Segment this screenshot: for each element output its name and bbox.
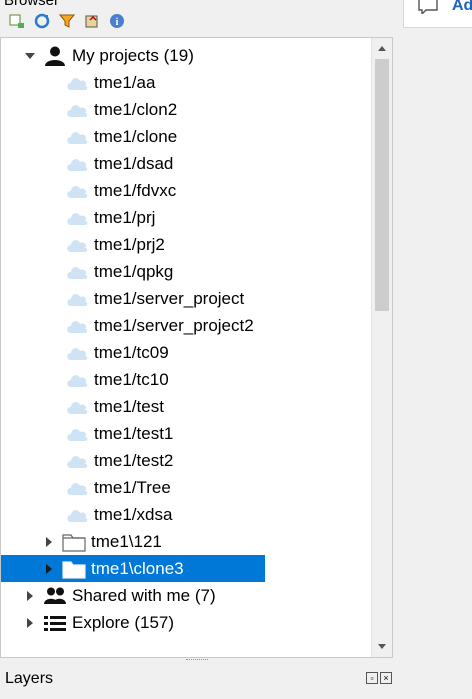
tree-node-local-project[interactable]: tme1\121 [42,528,162,555]
tree-node-label: tme1/prj [94,207,156,227]
cloud-icon [65,127,89,147]
expand-arrow-right-icon[interactable] [42,535,56,549]
tree-node-label: tme1/server_project [94,288,245,308]
tree-node-project[interactable]: tme1/dsad [65,150,173,177]
cloud-icon [65,316,89,336]
tree-node-label: tme1/tc10 [94,369,169,389]
tree-node-my-projects[interactable]: My projects (19) [23,42,194,69]
collapse-icon [85,15,98,28]
filter-icon [59,14,75,28]
cloud-icon [65,424,89,444]
add-layer-button[interactable] [8,12,26,30]
tree-node-label: tme1/tc09 [94,342,169,362]
folder-icon [62,532,86,552]
tree-node-explore[interactable]: Explore (157) [23,609,174,636]
info-icon: i [110,14,124,28]
cloud-icon [65,370,89,390]
expand-arrow-right-icon[interactable] [23,616,37,630]
browser-panel-title: Browser [4,0,60,9]
tree-node-project[interactable]: tme1/clon2 [65,96,177,123]
tree-node-project[interactable]: tme1/prj2 [65,231,165,258]
svg-text:i: i [116,17,119,28]
tree-node-project[interactable]: tme1/server_project2 [65,312,254,339]
cloud-icon [65,262,89,282]
cloud-icon [65,343,89,363]
chevron-down-icon [378,644,386,649]
cloud-icon [65,235,89,255]
tree-node-label: tme1/aa [94,72,156,92]
scroll-up-button[interactable] [372,38,392,58]
tree-node-project[interactable]: tme1/Tree [65,474,171,501]
cloud-icon [65,478,89,498]
tree-node-label: tme1/server_project2 [94,315,254,335]
cloud-icon [65,154,89,174]
folder-icon [62,559,86,579]
expand-arrow-down-icon[interactable] [23,49,37,63]
close-panel-button[interactable]: × [380,672,392,684]
tree-node-label: tme1/test [94,396,164,416]
tree-node-label: tme1/xdsa [94,504,173,524]
panel-resize-handle[interactable] [186,659,208,663]
tree-node-label: tme1/dsad [94,153,174,173]
cloud-icon [65,451,89,471]
cloud-icon [65,505,89,525]
filter-button[interactable] [58,12,76,30]
float-panel-button[interactable]: ▫ [366,672,378,684]
tree-node-project[interactable]: tme1/qpkg [65,258,173,285]
tree-node-project[interactable]: tme1/clone [65,123,177,150]
tree-node-label: Explore (157) [72,612,175,632]
list-icon [43,613,67,633]
tree-node-label: tme1/fdvxc [94,180,177,200]
tree-node-label: tme1/Tree [94,477,171,497]
comment-icon [418,0,438,14]
tree-scrollbar[interactable] [371,38,392,657]
tree-node-label: My projects (19) [72,45,194,65]
right-dock-panel: Ad [403,0,472,28]
tree-node-project[interactable]: tme1/server_project [65,285,244,312]
scrollbar-thumb[interactable] [375,59,389,311]
tree-node-label: tme1/clon2 [94,99,178,119]
browser-toolbar: i [8,11,126,31]
tree-node-label: tme1/prj2 [94,234,165,254]
add-layer-icon [9,14,24,28]
tree-node-project[interactable]: tme1/test1 [65,420,173,447]
refresh-icon [34,13,50,29]
tree-node-label: Shared with me (7) [72,585,216,605]
cloud-icon [65,73,89,93]
chevron-up-icon [378,46,386,51]
tree-node-label: tme1\121 [91,531,162,551]
cloud-icon [65,100,89,120]
cloud-icon [65,397,89,417]
scroll-down-button[interactable] [372,637,392,657]
expand-arrow-right-icon[interactable] [23,589,37,603]
tree-node-project[interactable]: tme1/test2 [65,447,173,474]
layers-panel-title: Layers [5,670,54,687]
collapse-all-button[interactable] [83,12,101,30]
expand-arrow-right-icon[interactable] [42,562,56,576]
tree-node-label: tme1/test2 [94,450,174,470]
browser-tree[interactable]: My projects (19) tme1/aa tme1/clon2 tme1/c… [0,37,393,658]
tree-node-project[interactable]: tme1/xdsa [65,501,172,528]
right-panel-label: Ad [452,0,472,14]
tree-node-project[interactable]: tme1/test [65,393,164,420]
tree-node-project[interactable]: tme1/prj [65,204,155,231]
tree-node-label: tme1\clone3 [91,558,184,578]
tree-node-project[interactable]: tme1/aa [65,69,155,96]
cloud-icon [65,289,89,309]
tree-node-project[interactable]: tme1/tc10 [65,366,169,393]
tree-node-label: tme1/test1 [94,423,174,443]
tree-node-project[interactable]: tme1/tc09 [65,339,169,366]
tree-node-label: tme1/clone [94,126,178,146]
user-icon [43,46,67,66]
cloud-icon [65,181,89,201]
users-icon [43,586,67,606]
layers-dock-controls: ▫ × [366,672,392,684]
tree-node-shared-with-me[interactable]: Shared with me (7) [23,582,216,609]
tree-node-label: tme1/qpkg [94,261,174,281]
refresh-button[interactable] [33,12,51,30]
tree-node-local-project-selected[interactable]: tme1\clone3 [1,555,265,582]
tree-node-project[interactable]: tme1/fdvxc [65,177,176,204]
cloud-icon [65,208,89,228]
properties-button[interactable]: i [108,12,126,30]
